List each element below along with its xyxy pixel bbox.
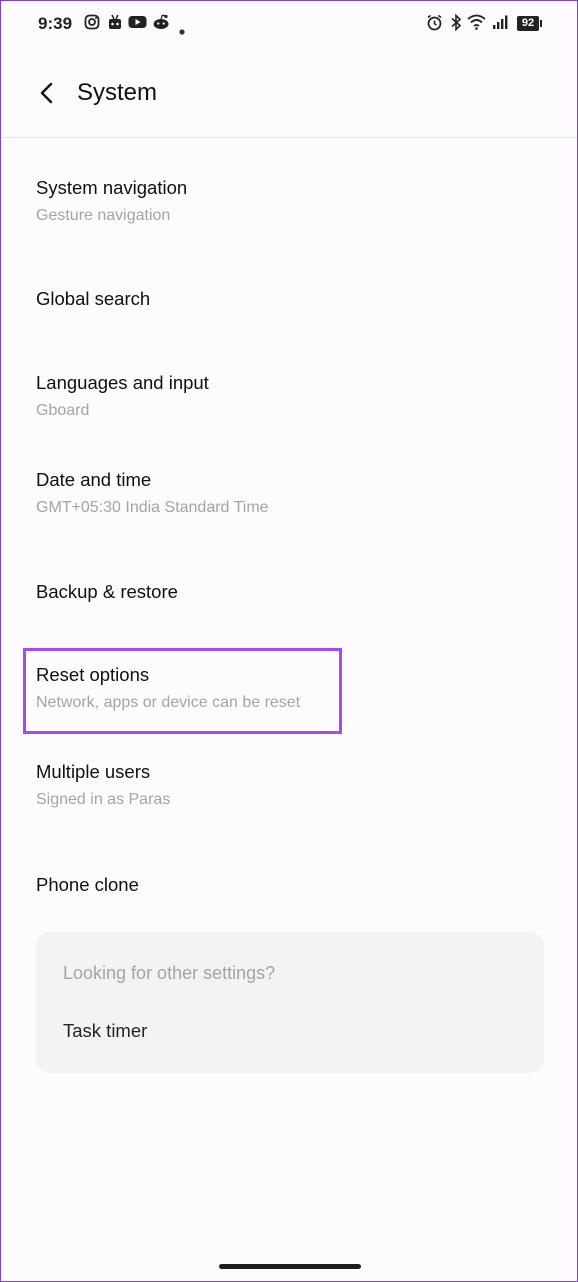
setting-subtitle: GMT+05:30 India Standard Time xyxy=(36,499,269,516)
setting-title: Multiple users xyxy=(36,761,151,782)
setting-system-navigation[interactable]: System navigation Gesture navigation xyxy=(1,161,577,251)
battery-icon: 92 xyxy=(517,16,542,31)
status-time: 9:39 xyxy=(38,14,73,33)
setting-title: Languages and input xyxy=(36,372,209,393)
header-divider xyxy=(1,137,577,138)
task-timer-link[interactable]: Task timer xyxy=(63,1020,147,1042)
instagram-icon xyxy=(84,14,100,35)
setting-subtitle: Signed in as Paras xyxy=(36,791,171,808)
home-indicator[interactable] xyxy=(219,1264,361,1269)
status-bar: 9:39 92 xyxy=(1,1,577,47)
setting-backup-restore[interactable]: Backup & restore xyxy=(1,564,577,624)
wifi-icon xyxy=(467,14,486,35)
setting-subtitle: Gesture navigation xyxy=(36,207,171,224)
setting-title: Global search xyxy=(36,288,151,309)
alarm-icon xyxy=(426,14,443,36)
page-title: System xyxy=(77,79,158,106)
setting-title: System navigation xyxy=(36,177,188,198)
setting-title: Phone clone xyxy=(36,874,139,895)
setting-multiple-users[interactable]: Multiple users Signed in as Paras xyxy=(1,745,577,833)
setting-subtitle: Gboard xyxy=(36,402,90,419)
setting-date-and-time[interactable]: Date and time GMT+05:30 India Standard T… xyxy=(1,453,577,541)
dot-icon xyxy=(179,20,185,40)
youtube-icon xyxy=(128,14,147,35)
top-app-bar: System xyxy=(1,61,577,137)
back-arrow-icon xyxy=(31,82,67,115)
setting-title: Date and time xyxy=(36,469,152,490)
reddit-icon xyxy=(152,14,170,35)
highlight-box xyxy=(23,648,342,734)
bluetooth-icon xyxy=(450,13,462,36)
back-button[interactable] xyxy=(31,75,67,111)
setting-global-search[interactable]: Global search xyxy=(1,271,577,331)
other-settings-heading: Looking for other settings? xyxy=(63,963,276,983)
setting-phone-clone[interactable]: Phone clone xyxy=(1,857,577,917)
notification-app-icon xyxy=(108,14,122,35)
setting-title: Backup & restore xyxy=(36,581,178,602)
setting-languages-and-input[interactable]: Languages and input Gboard xyxy=(1,356,577,444)
other-settings-card: Looking for other settings? Task timer xyxy=(36,932,544,1073)
signal-icon xyxy=(492,14,508,35)
